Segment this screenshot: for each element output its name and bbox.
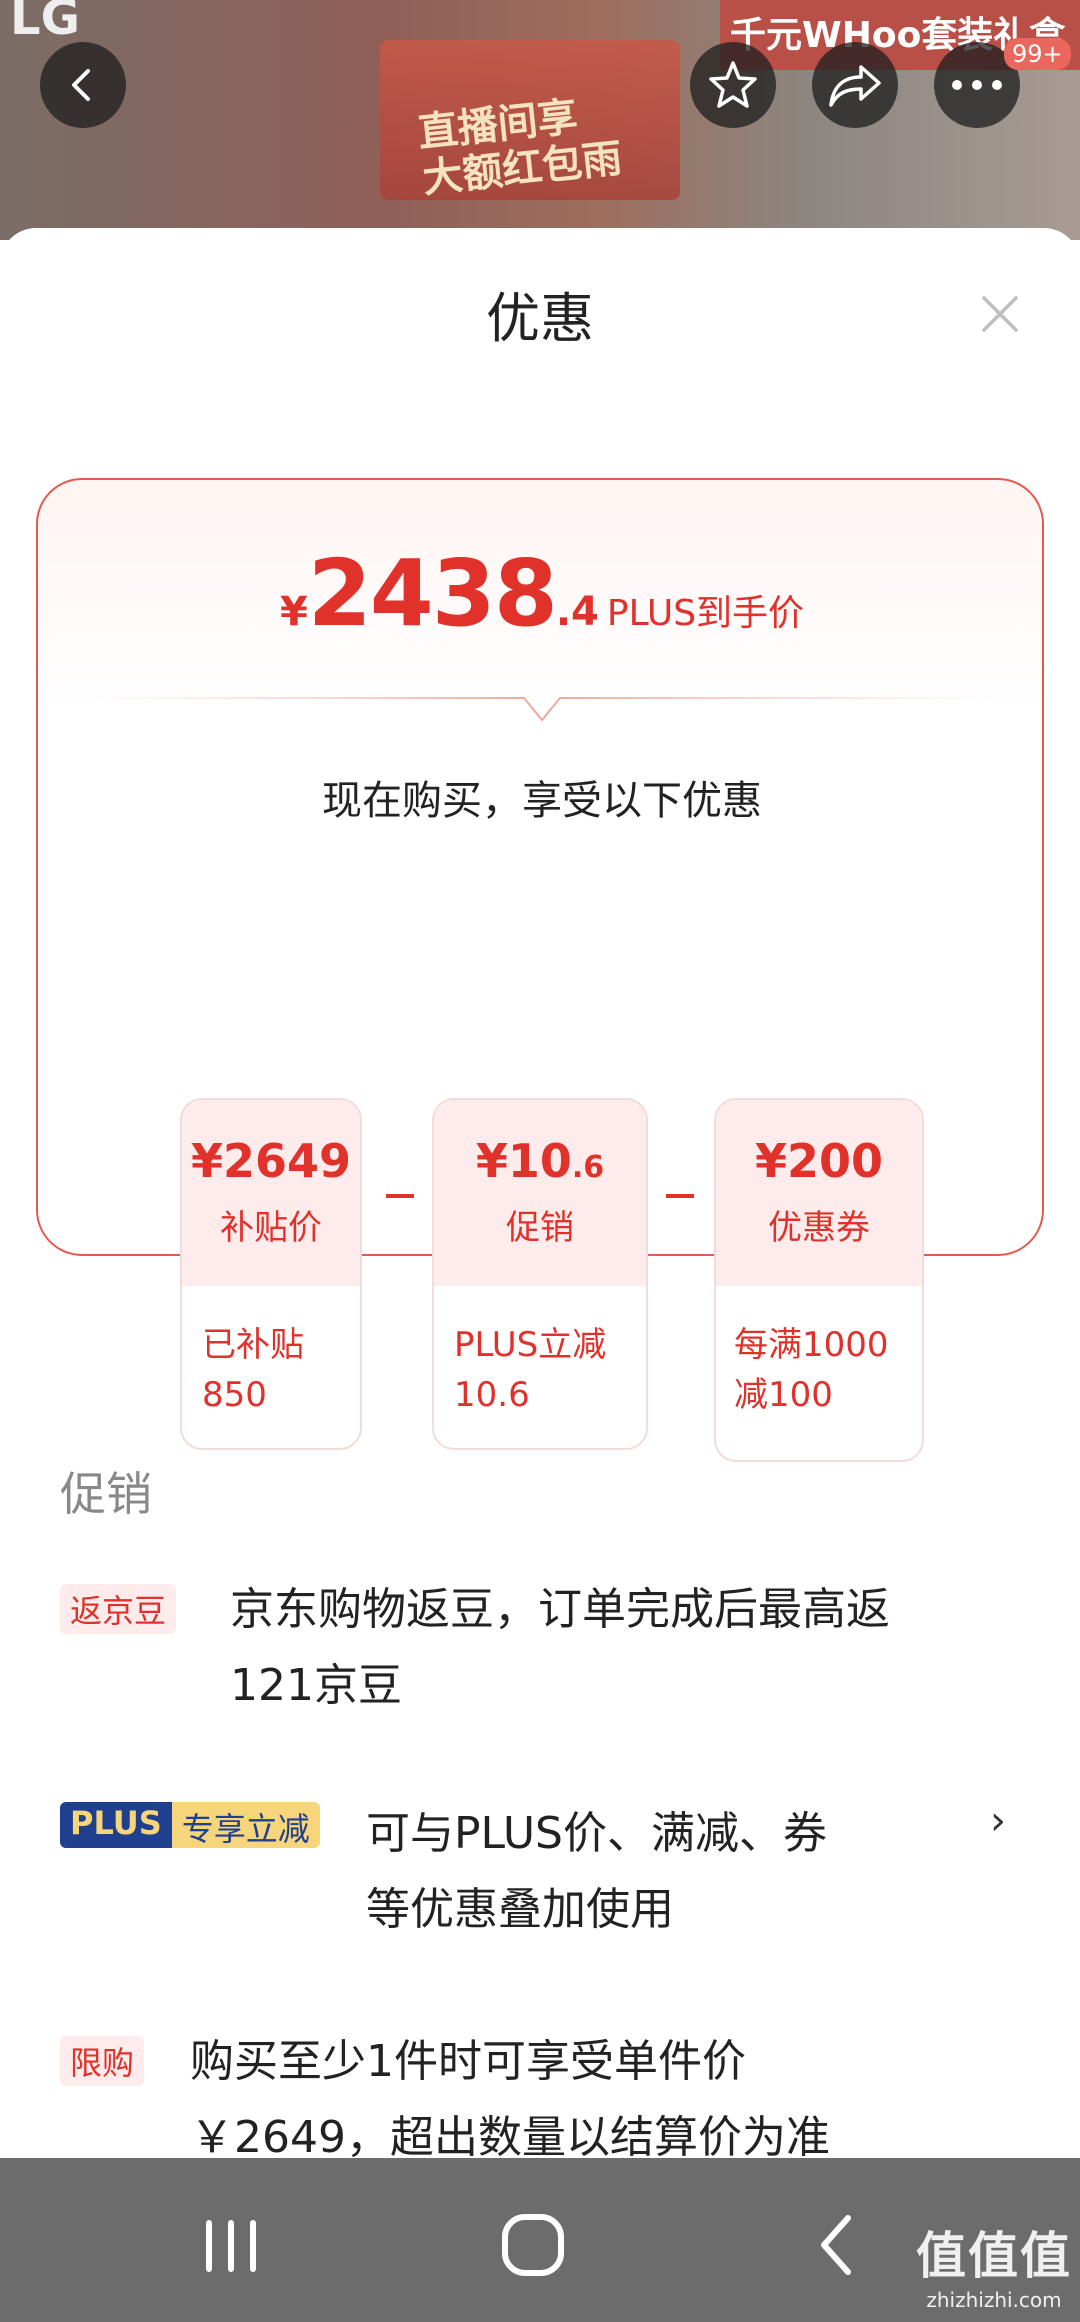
deal-kind: 促销 <box>506 1208 574 1248</box>
home-button[interactable] <box>500 2212 566 2278</box>
home-icon <box>502 2214 564 2276</box>
share-button[interactable] <box>812 42 898 128</box>
promotions-section-title: 促销 <box>60 1467 152 1521</box>
deal-kind: 优惠券 <box>768 1208 870 1248</box>
star-icon <box>709 61 757 108</box>
promo-item-plus-discount[interactable]: PLUS 专享立减 可与PLUS价、满减、券 等优惠叠加使用 › <box>60 1798 1020 1952</box>
system-navigation-bar: 值值值 zhizhizhi.com <box>0 2158 1080 2322</box>
back-arrow-icon <box>821 2215 851 2275</box>
brand-logo: LG <box>10 0 80 46</box>
plus-final-price: ¥2438.4 PLUS到手价 <box>38 540 1046 647</box>
deal-description: PLUS立减 10.6 <box>454 1325 607 1415</box>
deal-amount: ¥2649 <box>190 1134 352 1188</box>
exclusive-tag-label: 专享立减 <box>171 1802 320 1848</box>
back-button[interactable] <box>40 42 126 128</box>
deal-card-promotion: ¥10.6 促销 PLUS立减 10.6 <box>432 1098 648 1450</box>
plus-exclusive-tag: PLUS 专享立减 <box>60 1802 320 1848</box>
deal-amount: ¥200 <box>754 1134 884 1188</box>
close-button[interactable] <box>972 286 1028 342</box>
price-card: ¥2438.4 PLUS到手价 现在购买，享受以下优惠 ¥2649 补贴价 已补贴… <box>36 478 1046 1462</box>
promo-text: 京东购物返豆，订单完成后最高返 121京豆 <box>230 1584 890 1711</box>
favorite-button[interactable] <box>690 42 776 128</box>
chevron-right-icon[interactable]: › <box>990 1798 1006 1844</box>
price-decimal: .4 <box>555 589 599 635</box>
deal-kind: 补贴价 <box>220 1208 322 1248</box>
deal-card-coupon: ¥200 优惠券 每满1000 减100 <box>714 1098 924 1462</box>
minus-sign <box>386 1194 414 1198</box>
promo-tag: 限购 <box>60 2036 145 2086</box>
chevron-left-icon <box>72 69 90 101</box>
promo-text: 可与PLUS价、满减、券 等优惠叠加使用 <box>366 1808 827 1935</box>
price-label: PLUS到手价 <box>606 593 805 634</box>
deal-description: 已补贴 850 <box>202 1325 304 1415</box>
benefits-subtitle: 现在购买，享受以下优惠 <box>322 778 762 824</box>
site-watermark: 值值值 zhizhizhi.com <box>916 2227 1072 2312</box>
price-integer: 2438 <box>307 540 558 647</box>
promo-item-purchase-limit: 限购 购买至少1件时可享受单件价 ￥2649，超出数量以结算价为准 <box>60 2028 1020 2178</box>
recent-apps-button[interactable] <box>196 2216 266 2276</box>
system-back-button[interactable] <box>812 2212 862 2278</box>
currency-symbol: ¥ <box>279 589 308 635</box>
price-divider <box>78 697 1006 722</box>
promo-item-jingdou: 返京豆 京东购物返豆，订单完成后最高返 121京豆 <box>60 1576 1020 1726</box>
recent-apps-icon <box>206 2220 256 2272</box>
minus-sign <box>666 1194 694 1198</box>
deal-amount: ¥10.6 <box>475 1134 605 1188</box>
share-icon <box>829 65 881 107</box>
product-header-background: LG 直播间享 大额红包雨 千元WHoo套装礼盒 <box>0 0 1080 240</box>
plus-tag-label: PLUS <box>60 1802 172 1848</box>
more-dots-icon <box>952 80 1002 90</box>
sheet-title: 优惠 <box>486 287 594 350</box>
cart-count-badge: 99+ <box>1004 38 1071 70</box>
promo-text: 购买至少1件时可享受单件价 ￥2649，超出数量以结算价为准 <box>190 2036 830 2163</box>
deal-description: 每满1000 减100 <box>734 1325 889 1415</box>
deal-card-subsidy: ¥2649 补贴价 已补贴 850 <box>180 1098 362 1450</box>
close-icon <box>982 296 1018 332</box>
promo-tag: 返京豆 <box>60 1584 177 1634</box>
discount-sheet: 优惠 ¥2438.4PLUS到手价 现在购买，享受以下优惠 ¥2649 补贴价 <box>0 228 1080 2163</box>
